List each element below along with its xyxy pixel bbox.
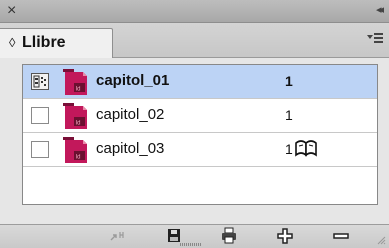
page-count: 1 [285, 73, 293, 89]
style-source-checkbox[interactable] [31, 141, 49, 158]
document-name: capitol_02 [96, 106, 165, 123]
print-book-icon[interactable] [218, 227, 240, 245]
style-source-icon[interactable] [31, 73, 49, 90]
tab-llibre[interactable]: ◊ Llibre [0, 28, 113, 58]
list-item[interactable]: Id capitol_02 1 [23, 99, 377, 133]
synchronize-icon[interactable] [108, 227, 130, 245]
list-item[interactable]: Id capitol_01 1 [23, 65, 377, 99]
resize-grip[interactable] [180, 243, 202, 246]
indesign-document-icon: Id [63, 103, 87, 129]
svg-text:Id: Id [76, 155, 81, 161]
book-panel: × ◂◂ ◊ Llibre Id capitol_01 1 Id capitol… [0, 0, 389, 248]
open-book-icon [295, 140, 317, 157]
panel-tab-row: ◊ Llibre [0, 23, 389, 58]
tab-arrows-icon: ◊ [9, 35, 16, 50]
indesign-document-icon: Id [63, 137, 87, 163]
panel-toolbar [0, 224, 389, 248]
document-name: capitol_03 [96, 140, 165, 157]
style-source-checkbox[interactable] [31, 107, 49, 124]
add-document-icon[interactable] [274, 227, 296, 245]
page-count: 1 [285, 107, 293, 123]
page-count: 1 [285, 141, 293, 157]
panel-menu-icon[interactable] [367, 32, 383, 46]
svg-text:Id: Id [76, 121, 81, 127]
menu-lines-icon [374, 33, 383, 43]
panel-titlebar: × ◂◂ [0, 0, 389, 23]
menu-triangle-icon [367, 35, 373, 39]
document-list: Id capitol_01 1 Id capitol_02 1 Id capit… [22, 64, 378, 205]
indesign-document-icon: Id [63, 69, 87, 95]
svg-text:Id: Id [76, 87, 81, 93]
document-name: capitol_01 [96, 72, 170, 89]
collapse-icon[interactable]: ◂◂ [376, 3, 384, 16]
remove-document-icon[interactable] [330, 227, 352, 245]
resize-corner-icon[interactable] [376, 235, 386, 245]
tab-label: Llibre [22, 34, 66, 51]
list-item[interactable]: Id capitol_03 1 [23, 133, 377, 167]
close-icon[interactable]: × [7, 1, 16, 21]
